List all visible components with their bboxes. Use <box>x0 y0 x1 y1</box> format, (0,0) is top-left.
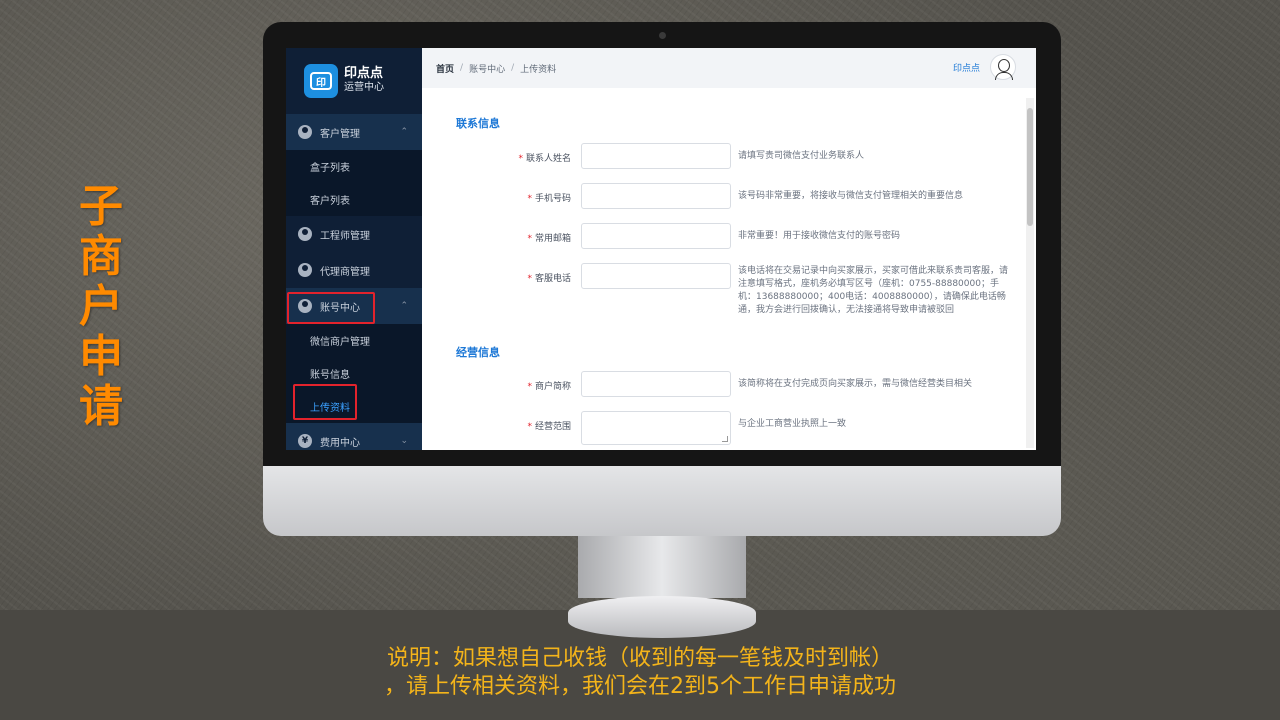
field-label: * 商户简称 <box>451 379 571 392</box>
chevron-up-icon: ⌃ <box>400 127 408 137</box>
logo[interactable]: 印 印点点 运营中心 <box>286 48 422 114</box>
field-label-text: 客服电话 <box>534 274 571 284</box>
sidebar-group-agent[interactable]: 代理商管理 <box>286 252 422 288</box>
sidebar-item-label: 盒子列表 <box>310 163 350 174</box>
yen-icon: ¥ <box>298 434 312 448</box>
sidebar-item-wechat-merchant[interactable]: 微信商户管理 <box>286 324 422 357</box>
avatar[interactable] <box>990 54 1016 80</box>
breadcrumb-account[interactable]: 账号中心 <box>469 62 505 75</box>
field-hint: 请填写贵司微信支付业务联系人 <box>738 151 865 161</box>
breadcrumb-separator: / <box>460 63 464 73</box>
required-mark: * <box>527 194 532 204</box>
section-business-title: 经营信息 <box>456 346 500 359</box>
required-mark: * <box>518 154 523 164</box>
top-bar: 首页 / 账号中心 / 上传资料 印点点 <box>422 48 1036 88</box>
sidebar-group-label: 费用中心 <box>320 437 360 449</box>
breadcrumb-home[interactable]: 首页 <box>436 62 454 75</box>
contact-name-input[interactable] <box>581 143 731 169</box>
app-screen: 印 印点点 运营中心 客户管理 ⌃ 盒子列表 客户列表 工程师管理 代理商管理 <box>286 48 1036 450</box>
slide-caption: 说明：如果想自己收钱（收到的每一笔钱及时到帐） ，请上传相关资料，我们会在2到5… <box>0 645 1280 701</box>
chevron-down-icon: ⌄ <box>400 436 408 446</box>
required-mark: * <box>527 422 532 432</box>
field-label-text: 联系人姓名 <box>525 154 571 164</box>
scrollbar[interactable] <box>1026 98 1034 448</box>
field-label: * 手机号码 <box>451 191 571 204</box>
field-label: * 客服电话 <box>451 271 571 284</box>
sidebar: 印 印点点 运营中心 客户管理 ⌃ 盒子列表 客户列表 工程师管理 代理商管理 <box>286 48 422 450</box>
caption-line-1: 说明：如果想自己收钱（收到的每一笔钱及时到帐） <box>386 646 893 671</box>
monitor-chin <box>263 466 1061 536</box>
monitor-stand-neck <box>578 536 746 598</box>
field-label: * 经营范围 <box>451 419 571 432</box>
field-label-text: 经营范围 <box>534 422 571 432</box>
user-group-icon <box>298 125 312 139</box>
short-name-input[interactable] <box>581 371 731 397</box>
phone-input[interactable] <box>581 183 731 209</box>
sidebar-group-label: 客户管理 <box>320 128 360 140</box>
monitor-stand-foot <box>568 596 756 638</box>
camera-icon <box>659 32 666 39</box>
form-content: 联系信息 * 联系人姓名 请填写贵司微信支付业务联系人 * 手机号码 该号码非常重要… <box>422 88 1036 450</box>
sidebar-item-label: 客户列表 <box>310 196 350 207</box>
field-label: * 常用邮箱 <box>451 231 571 244</box>
sidebar-group-billing[interactable]: ¥ 费用中心 ⌄ <box>286 423 422 450</box>
logo-name: 印点点 <box>344 66 384 81</box>
highlight-box-account <box>287 292 375 324</box>
field-hint: 该简称将在支付完成页向买家展示，需与微信经营类目相关 <box>738 379 973 389</box>
sidebar-group-label: 代理商管理 <box>320 266 370 278</box>
sidebar-item-label: 微信商户管理 <box>310 337 370 348</box>
chevron-up-icon: ⌃ <box>400 301 408 311</box>
email-field[interactable] <box>581 223 731 249</box>
agent-icon <box>298 263 312 277</box>
required-mark: * <box>527 382 532 392</box>
field-label-text: 商户简称 <box>534 382 571 392</box>
business-scope-textarea[interactable] <box>581 411 731 445</box>
breadcrumb-separator: / <box>511 63 515 73</box>
caption-line-2: ，请上传相关资料，我们会在2到5个工作日申请成功 <box>384 674 896 699</box>
sidebar-group-customer[interactable]: 客户管理 ⌃ <box>286 114 422 150</box>
field-hint: 该电话将在交易记录中向买家展示，买家可借此来联系贵司客服，请注意填写格式，座机务… <box>738 266 1009 315</box>
sidebar-item-box-list[interactable]: 盒子列表 <box>286 150 422 183</box>
breadcrumb-current: 上传资料 <box>520 64 557 75</box>
logo-glyph: 印 <box>310 72 332 90</box>
logo-subtitle: 运营中心 <box>344 82 384 93</box>
sidebar-group-engineer[interactable]: 工程师管理 <box>286 216 422 252</box>
main-panel: 首页 / 账号中心 / 上传资料 印点点 联系信息 * 联系人姓名 请填写贵司微信… <box>422 48 1036 450</box>
sidebar-group-label: 工程师管理 <box>320 230 370 242</box>
section-contact-title: 联系信息 <box>456 117 500 130</box>
resize-handle-icon[interactable] <box>722 436 728 442</box>
required-mark: * <box>527 234 532 244</box>
service-phone-input[interactable] <box>581 263 731 289</box>
username: 印点点 <box>952 63 980 74</box>
slide-side-title: 子商户申请 <box>79 181 123 432</box>
logo-icon: 印 <box>304 64 338 98</box>
highlight-box-upload <box>293 384 357 420</box>
field-hint: 与企业工商营业执照上一致 <box>738 419 847 429</box>
engineer-icon <box>298 227 312 241</box>
field-label-text: 手机号码 <box>534 194 571 204</box>
field-hint: 非常重要！用于接收微信支付的账号密码 <box>738 231 901 241</box>
field-label: * 联系人姓名 <box>451 151 571 164</box>
sidebar-item-label: 账号信息 <box>310 370 350 381</box>
field-label-text: 常用邮箱 <box>534 234 571 244</box>
sidebar-item-customer-list[interactable]: 客户列表 <box>286 183 422 216</box>
user-menu[interactable]: 印点点 <box>953 54 1016 80</box>
scrollbar-thumb[interactable] <box>1027 108 1033 226</box>
required-mark: * <box>527 274 532 284</box>
field-hint: 该号码非常重要，将接收与微信支付管理相关的重要信息 <box>738 191 964 201</box>
